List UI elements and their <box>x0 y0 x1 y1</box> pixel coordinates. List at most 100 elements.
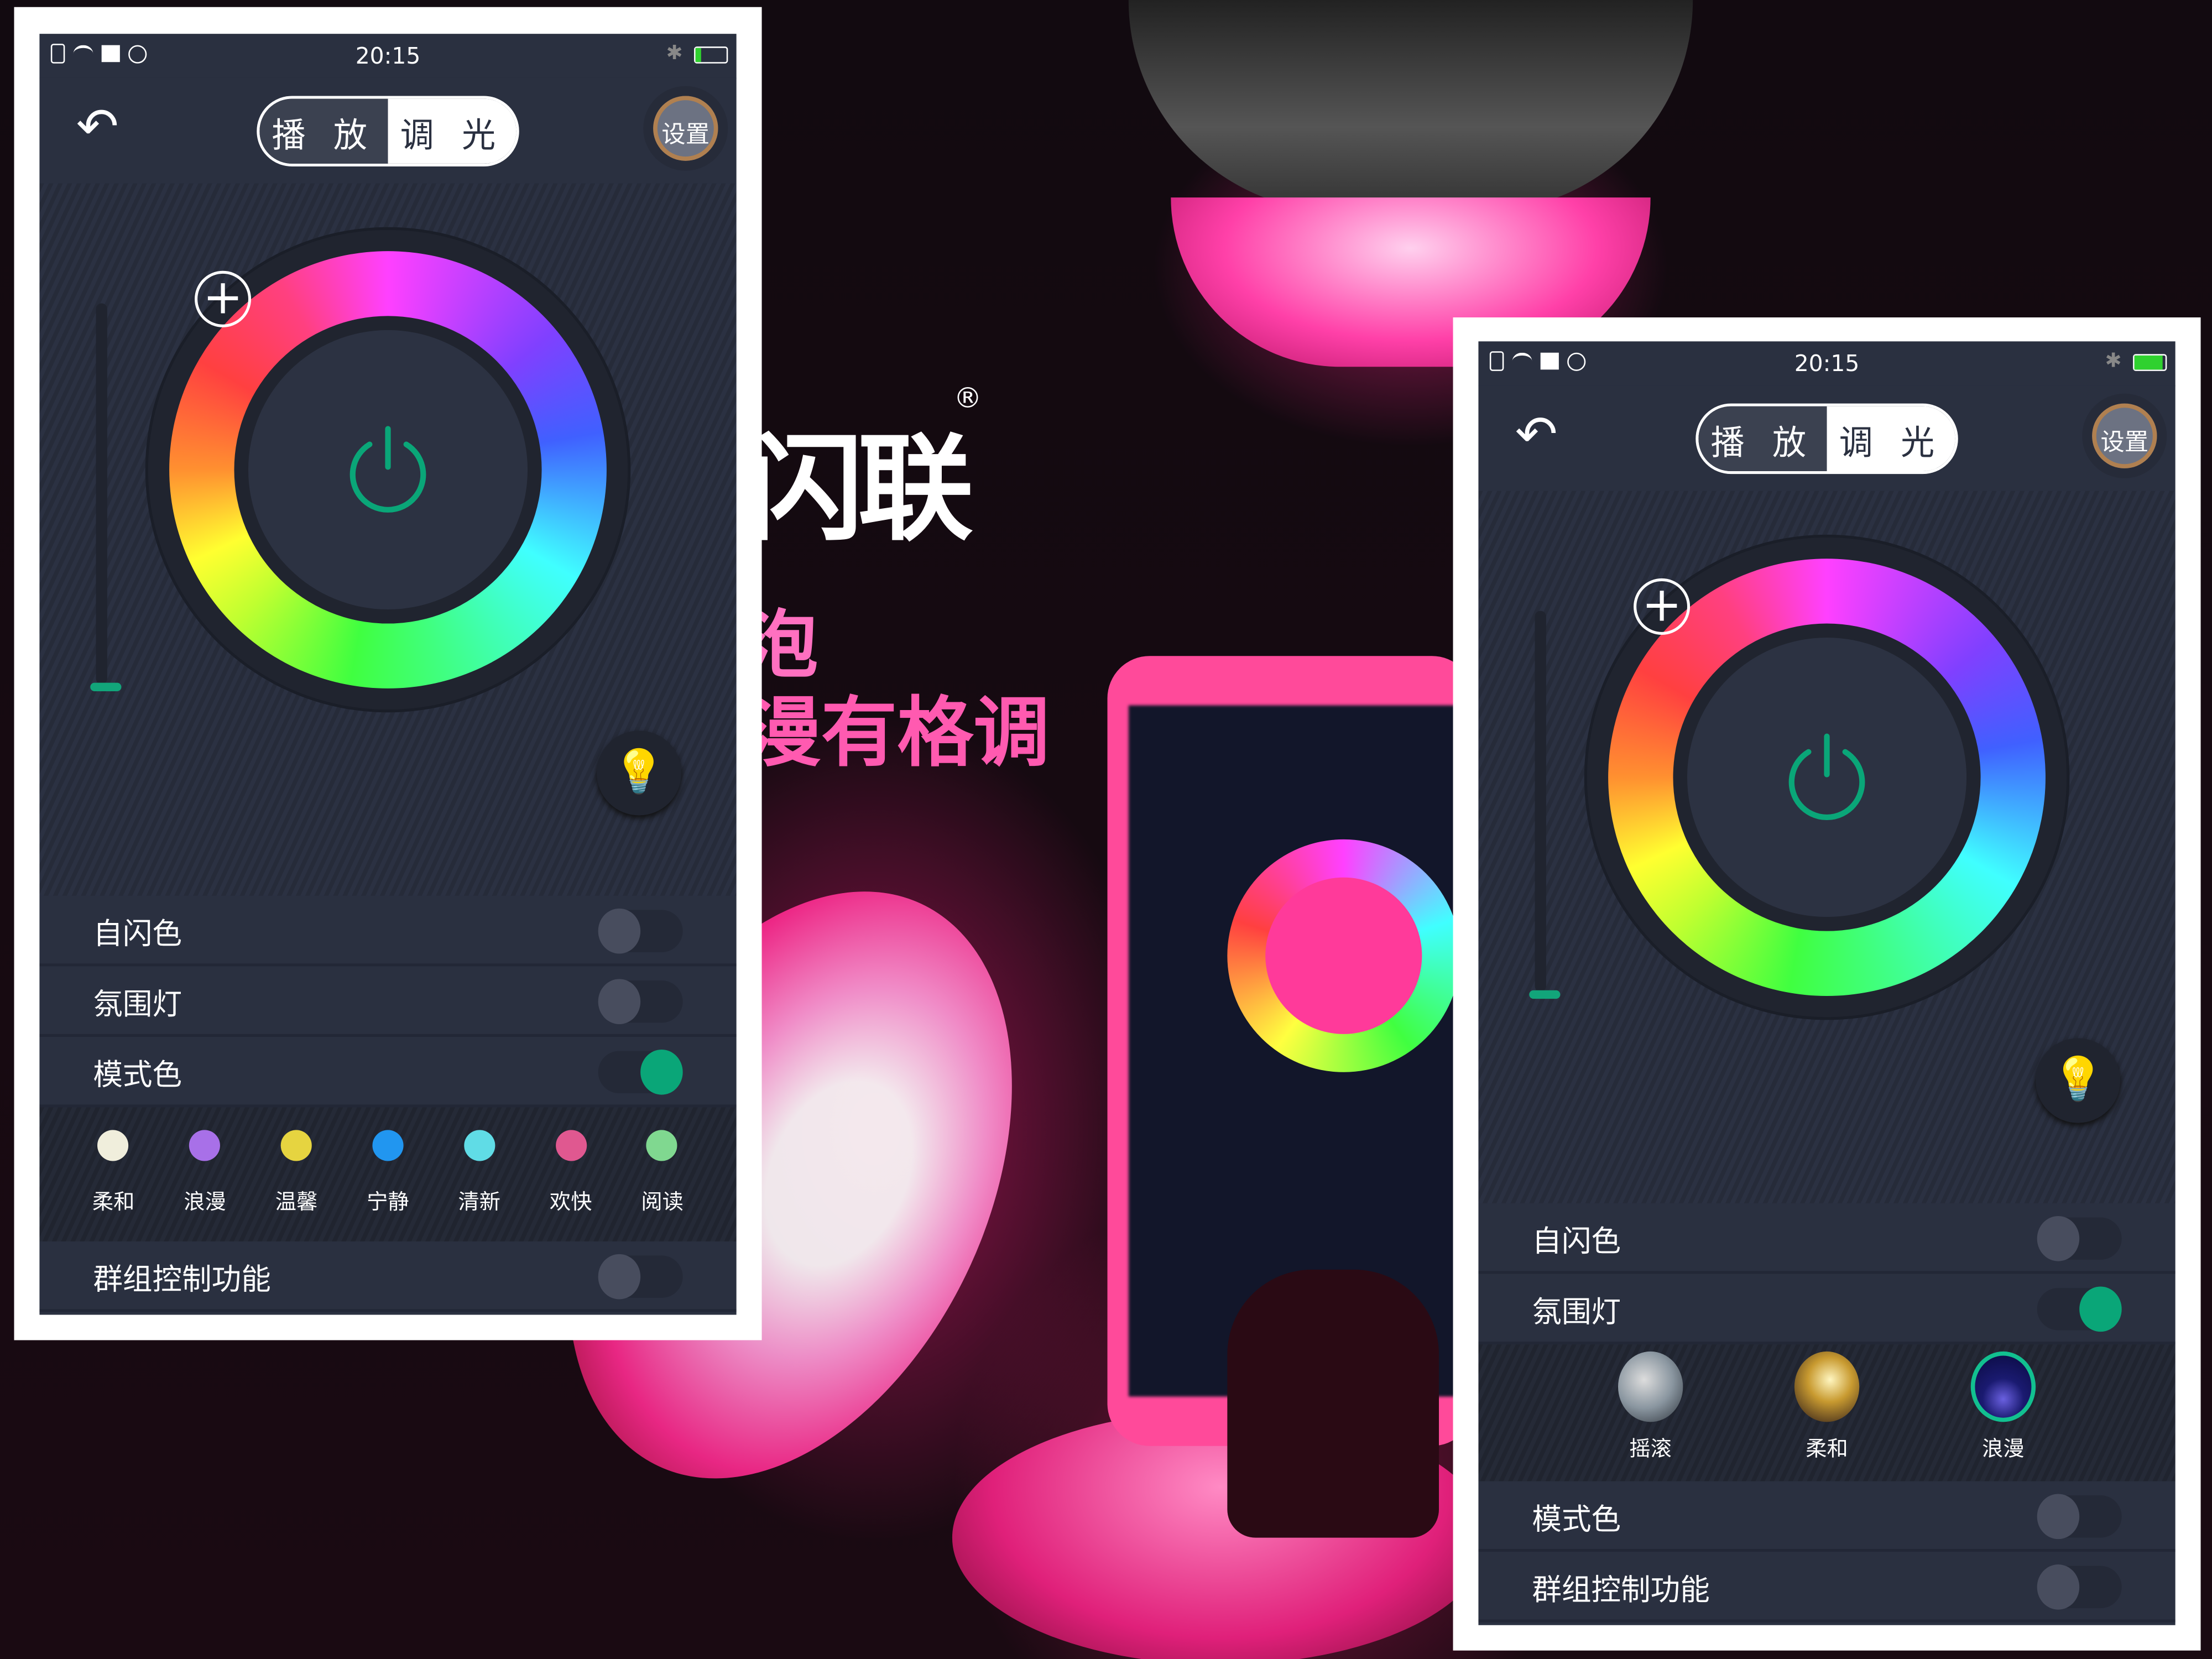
toggle-switch[interactable] <box>598 979 683 1025</box>
swatch-dot[interactable] <box>555 1130 587 1161</box>
scene-thumbnail[interactable] <box>1970 1351 2036 1422</box>
swatch-dot[interactable] <box>189 1130 221 1161</box>
swatch-item[interactable]: 浪漫 <box>170 1108 241 1241</box>
battery-icon <box>694 46 728 64</box>
status-bar: 20:15 ✱ <box>39 34 737 79</box>
toggle-switch[interactable] <box>2037 1494 2122 1540</box>
swatch-dot[interactable] <box>372 1130 404 1161</box>
swatch-dot[interactable] <box>646 1130 678 1161</box>
list-row: 群组控制功能 <box>1478 1552 2176 1623</box>
row-label: 氛围灯 <box>1532 1295 1621 1329</box>
tab-play[interactable]: 播 放 <box>1698 406 1827 472</box>
tab-dimming[interactable]: 调 光 <box>388 98 517 164</box>
toggle-switch[interactable] <box>598 908 683 954</box>
swatch-item[interactable]: 欢快 <box>535 1108 606 1241</box>
toggle-switch[interactable] <box>2037 1564 2122 1610</box>
background-wheel-center <box>1265 877 1422 1034</box>
settings-label: 设置 <box>2100 429 2149 457</box>
toggle-switch[interactable] <box>598 1049 683 1095</box>
bluetooth-icon: ✱ <box>2105 349 2122 373</box>
list-row: 氛围灯 <box>1478 1274 2176 1345</box>
header: ↶ 播 放调 光 设置 <box>39 77 737 184</box>
tab-play[interactable]: 播 放 <box>259 98 388 164</box>
row-label: 氛围灯 <box>93 987 182 1021</box>
brand-logo-text: 闪联 <box>748 423 973 557</box>
tagline-2: 漫有格调 <box>744 688 1050 778</box>
swatch-item[interactable]: 温馨 <box>261 1108 332 1241</box>
swatch-item[interactable]: 清新 <box>444 1108 515 1241</box>
android-figure <box>1227 1269 1439 1538</box>
plus-icon[interactable]: + <box>1634 578 1691 635</box>
toggle-switch[interactable] <box>2037 1215 2122 1261</box>
row-label: 自闪色 <box>1532 1224 1621 1259</box>
mode-segmented-control[interactable]: 播 放调 光 <box>1695 403 1958 474</box>
brightness-slider-handle[interactable] <box>1529 990 1561 1000</box>
scene-item[interactable]: 摇滚 <box>1618 1344 1683 1481</box>
swatch-item[interactable]: 柔和 <box>78 1108 149 1241</box>
scene-item[interactable]: 柔和 <box>1794 1344 1860 1481</box>
toggle-knob[interactable] <box>598 908 641 954</box>
settings-label: 设置 <box>661 121 710 150</box>
swatch-label: 柔和 <box>92 1189 135 1215</box>
mode-segmented-control[interactable]: 播 放调 光 <box>257 96 519 167</box>
toggle-switch[interactable] <box>2037 1286 2122 1332</box>
row-label: 群组控制功能 <box>93 1262 271 1297</box>
row-label: 模式色 <box>93 1058 182 1092</box>
swatch-item[interactable]: 阅读 <box>627 1108 698 1241</box>
promo-composite: 闪联 ® 泡 漫有格调 20:15 ✱ ↶ 播 放调 光设置 + 💡 自闪色 氛围灯 模式色 柔和… <box>0 0 2212 1659</box>
swatch-label: 欢快 <box>549 1189 592 1215</box>
phone-screen-right: 20:15 ✱ ↶ 播 放调 光设置 + 💡 自闪色 氛围灯 摇滚 柔和 浪漫 模式色 群组控制功能 <box>1478 341 2176 1625</box>
mode-color-swatches: 柔和 浪漫 温馨 宁静 清新 欢快 阅读 <box>39 1107 737 1241</box>
swatch-label: 宁静 <box>367 1189 409 1215</box>
row-label: 模式色 <box>1532 1502 1621 1537</box>
lightbulb-icon[interactable]: 💡 <box>2036 1038 2121 1123</box>
brightness-slider[interactable] <box>1529 611 1561 1000</box>
back-arrow-icon[interactable]: ↶ <box>1515 410 1558 461</box>
lightbulb-icon[interactable]: 💡 <box>597 731 682 816</box>
ambient-scenes: 摇滚 柔和 浪漫 <box>1478 1344 2176 1481</box>
swatch-label: 浪漫 <box>184 1189 226 1215</box>
toggle-knob[interactable] <box>598 979 641 1025</box>
power-icon[interactable] <box>338 420 437 519</box>
list-row: 氛围灯 <box>39 966 737 1037</box>
swatch-dot[interactable] <box>463 1130 495 1161</box>
bluetooth-icon: ✱ <box>666 42 683 65</box>
row-label: 自闪色 <box>93 917 182 951</box>
settings-button[interactable]: 设置 <box>2082 393 2167 478</box>
settings-button[interactable]: 设置 <box>643 86 728 171</box>
scene-label: 柔和 <box>1806 1436 1848 1462</box>
registered-mark: ® <box>953 380 982 415</box>
scene-thumbnail[interactable] <box>1794 1351 1860 1422</box>
plus-icon[interactable]: + <box>195 270 252 327</box>
tab-dimming[interactable]: 调 光 <box>1827 406 1955 472</box>
list-row: 群组控制功能 <box>39 1241 737 1312</box>
status-bar: 20:15 ✱ <box>1478 341 2176 387</box>
toggle-knob[interactable] <box>2037 1215 2080 1261</box>
scene-thumbnail[interactable] <box>1618 1351 1683 1422</box>
swatch-dot[interactable] <box>98 1130 129 1161</box>
battery-icon <box>2133 354 2167 371</box>
toggle-switch[interactable] <box>598 1254 683 1300</box>
swatch-dot[interactable] <box>280 1130 312 1161</box>
power-icon[interactable] <box>1777 728 1876 827</box>
bulb-photo-cap <box>1128 0 1693 212</box>
phone-screen-left: 20:15 ✱ ↶ 播 放调 光设置 + 💡 自闪色 氛围灯 模式色 柔和 浪漫 温馨 宁静 清新 欢快 阅读… <box>39 34 737 1315</box>
toggle-knob[interactable] <box>2079 1286 2122 1332</box>
brightness-slider[interactable] <box>90 303 122 692</box>
settings-list: 自闪色氛围灯摇滚 柔和 浪漫模式色群组控制功能 <box>1478 1203 2176 1623</box>
brightness-slider-handle[interactable] <box>90 683 122 692</box>
scene-label: 浪漫 <box>1982 1436 2025 1462</box>
toggle-knob[interactable] <box>640 1049 683 1095</box>
scene-label: 摇滚 <box>1629 1436 1672 1462</box>
color-wheel-area: + 💡 <box>1478 491 2176 1204</box>
back-arrow-icon[interactable]: ↶ <box>76 102 119 154</box>
scene-item[interactable]: 浪漫 <box>1970 1344 2036 1481</box>
color-wheel-area: + 💡 <box>39 183 737 896</box>
toggle-knob[interactable] <box>598 1254 641 1300</box>
toggle-knob[interactable] <box>2037 1564 2080 1610</box>
swatch-item[interactable]: 宁静 <box>353 1108 424 1241</box>
list-row: 自闪色 <box>39 895 737 967</box>
battery-level <box>695 48 702 62</box>
toggle-knob[interactable] <box>2037 1494 2080 1540</box>
list-row: 模式色 <box>39 1036 737 1108</box>
